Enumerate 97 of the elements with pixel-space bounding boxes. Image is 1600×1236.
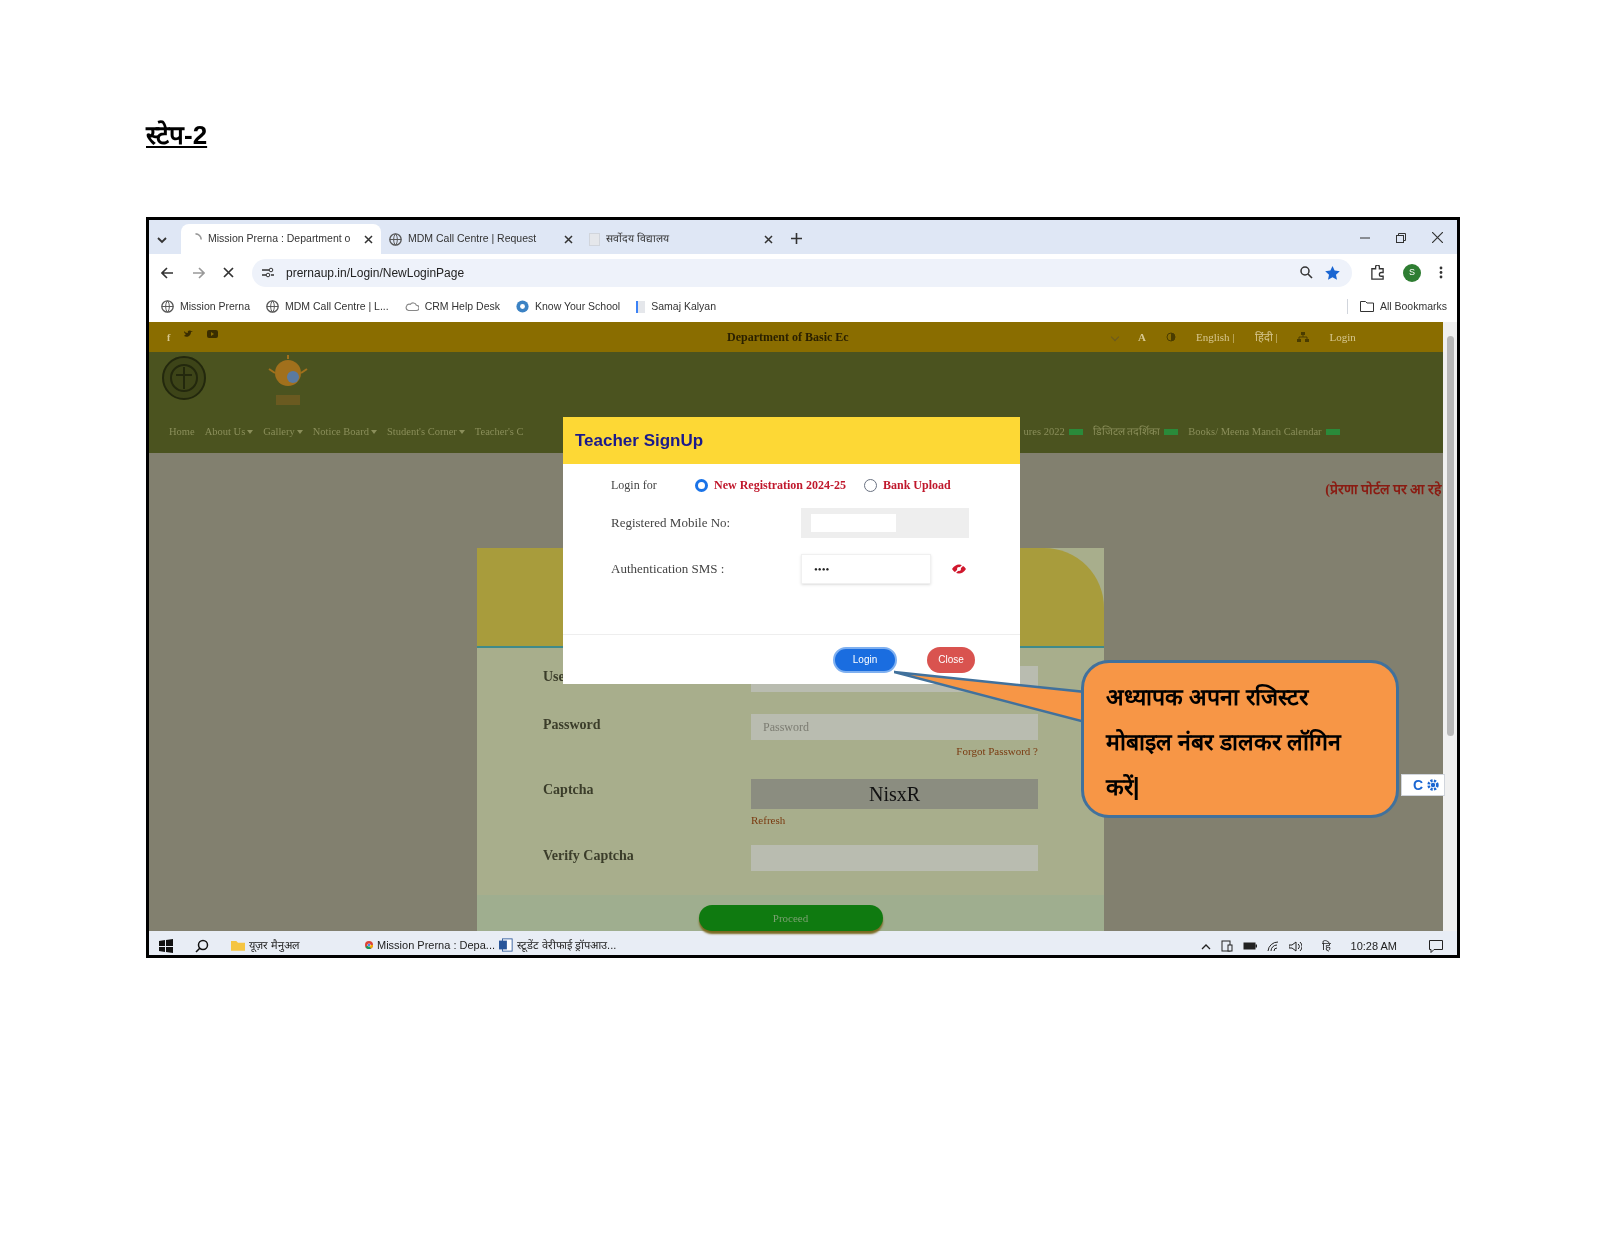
field-label: Captcha	[543, 781, 595, 799]
folder-icon	[1359, 301, 1374, 312]
step-heading: स्टेप-2	[146, 119, 208, 152]
url-text: prernaup.in/Login/NewLoginPage	[286, 264, 466, 282]
close-icon[interactable]	[764, 234, 773, 244]
new-tab-icon[interactable]	[791, 233, 802, 244]
browser-tab[interactable]: MDM Call Centre | Request	[381, 224, 581, 254]
tab-title: Mission Prerna : Department o	[208, 231, 352, 247]
taskbar-app[interactable]: यूज़र मैनुअल	[227, 931, 361, 955]
mascot-logo-icon	[267, 355, 309, 407]
bookmark-link[interactable]: Know Your School	[515, 298, 621, 315]
forgot-password-link[interactable]: Forgot Password ?	[956, 743, 1038, 760]
menu-dots-icon[interactable]	[1439, 266, 1443, 279]
clock-time[interactable]: 10:28 AM	[1350, 937, 1397, 955]
all-bookmarks-button[interactable]: All Bookmarks	[1346, 298, 1447, 315]
video-icon[interactable]	[207, 329, 219, 338]
tab-title: MDM Call Centre | Request	[408, 231, 538, 247]
page-icon	[589, 232, 600, 246]
floating-widget[interactable]: C	[1401, 774, 1445, 796]
bird-icon[interactable]	[184, 329, 194, 338]
folder-icon	[231, 939, 245, 951]
globe-icon	[161, 300, 174, 313]
profile-avatar[interactable]: S	[1403, 263, 1421, 282]
radio-option[interactable]: New Registration 2024-25	[695, 476, 846, 494]
document-app-icon	[499, 938, 513, 952]
chevron-up-icon[interactable]	[1200, 942, 1211, 950]
back-arrow-icon[interactable]	[161, 266, 174, 279]
field-label: Password	[543, 716, 602, 734]
top-bar-link[interactable]: English |	[1195, 328, 1235, 346]
site-settings-icon[interactable]	[262, 267, 274, 278]
star-icon[interactable]	[1325, 265, 1340, 280]
facebook-icon[interactable]: f	[167, 329, 171, 345]
field-label: Verify Captcha	[543, 847, 635, 865]
battery-icon[interactable]	[1242, 942, 1257, 950]
bookmark-link[interactable]: Samaj Kalyan	[636, 298, 716, 315]
browser-logo-icon	[365, 938, 373, 952]
captcha-image: NisxR	[751, 779, 1038, 809]
font-size-icon[interactable]: A	[1138, 328, 1146, 346]
refresh-link[interactable]: Refresh	[751, 812, 786, 829]
extensions-icon[interactable]	[1370, 265, 1385, 280]
restore-icon[interactable]	[1396, 232, 1406, 243]
taskbar-app[interactable]: स्टूडेंट वेरीफाई ड्रॉपआउ...	[495, 931, 629, 955]
login-for-label: Login for	[611, 477, 658, 494]
bookmark-link[interactable]: MDM Call Centre | L...	[266, 298, 389, 315]
radio-button[interactable]	[864, 478, 877, 492]
wifi-icon[interactable]	[1266, 940, 1279, 952]
scrollbar[interactable]	[1443, 322, 1457, 931]
device-icon[interactable]	[1220, 940, 1233, 952]
taskbar-app[interactable]: Mission Prerna : Depa...	[361, 931, 495, 955]
new-badge-icon	[1325, 428, 1340, 435]
browser-tab[interactable]: सर्वोदय विद्यालय	[581, 224, 781, 254]
windows-logo-icon[interactable]	[159, 939, 173, 953]
caret-icon	[458, 429, 465, 434]
forward-arrow-icon[interactable]	[192, 266, 205, 279]
top-bar-link[interactable]: Login	[1329, 328, 1356, 346]
bookmark-link[interactable]: Mission Prerna	[161, 298, 251, 315]
close-icon[interactable]	[1432, 232, 1443, 243]
input-field[interactable]	[751, 845, 1038, 871]
new-badge-icon	[1164, 428, 1179, 435]
top-bar-link[interactable]: हिंदी |	[1254, 328, 1278, 346]
speaker-icon[interactable]	[1288, 940, 1302, 952]
new-badge-icon	[1068, 428, 1083, 435]
radio-option[interactable]: Bank Upload	[864, 476, 951, 494]
page-icon	[636, 300, 646, 313]
close-button[interactable]: Close	[927, 646, 975, 673]
stop-icon[interactable]	[223, 267, 234, 278]
globe-icon	[266, 300, 280, 313]
zoom-icon[interactable]	[1300, 266, 1313, 279]
caret-icon	[296, 429, 303, 434]
radio-button[interactable]	[695, 478, 708, 492]
password-field[interactable]: ••••	[801, 554, 931, 584]
school-logo-icon	[515, 300, 529, 313]
bookmark-link[interactable]: CRM Help Desk	[404, 298, 500, 315]
url-field[interactable]: prernaup.in/Login/NewLoginPage	[252, 258, 1352, 287]
cloud-icon	[404, 301, 419, 312]
chevron-down-icon[interactable]	[157, 236, 167, 244]
field-label: Registered Mobile No:	[611, 514, 732, 533]
eye-slash-icon[interactable]	[951, 563, 967, 575]
field-label: Use	[543, 668, 566, 686]
field-label: Authentication SMS :	[611, 560, 726, 579]
caret-icon	[371, 429, 377, 434]
notice-text: (प्रेरणा पोर्टल पर आ रहे	[1325, 480, 1443, 499]
globe-icon	[389, 232, 402, 246]
browser-tab[interactable]: Mission Prerna : Department o	[181, 224, 381, 254]
site-title: Department of Basic Ec	[727, 329, 850, 346]
language-indicator[interactable]: हि	[1321, 937, 1331, 955]
gear-icon	[1426, 778, 1440, 792]
tab-title: सर्वोदय विद्यालय	[606, 231, 670, 247]
caret-icon	[247, 429, 254, 434]
close-icon[interactable]	[364, 234, 373, 244]
search-icon[interactable]	[195, 939, 209, 953]
close-icon[interactable]	[564, 234, 573, 244]
callout-bubble: अध्यापक अपना रजिस्टर मोबाइल नंबर डालकर लॉगिन करें|	[1081, 660, 1399, 818]
login-button[interactable]: Login	[833, 646, 897, 673]
emblem-logo-icon	[161, 355, 207, 401]
dialog-title: Teacher SignUp	[575, 429, 704, 452]
notification-icon[interactable]	[1429, 939, 1443, 953]
